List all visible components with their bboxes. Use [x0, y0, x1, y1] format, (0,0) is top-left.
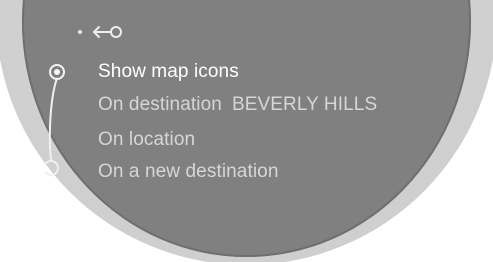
page-indicator-dot — [78, 30, 82, 34]
menu-item-on-location[interactable]: On location — [98, 129, 195, 151]
menu-item-label: On destination — [98, 94, 222, 115]
menu-item-on-destination[interactable]: On destination BEVERLY HILLS — [98, 94, 377, 116]
header-row — [78, 24, 124, 40]
back-arrow-icon[interactable] — [92, 24, 124, 40]
selection-rail — [45, 62, 69, 182]
menu-item-show-map-icons[interactable]: Show map icons — [98, 61, 239, 83]
menu-item-label: On a new destination — [98, 161, 279, 182]
destination-value: BEVERLY HILLS — [231, 94, 378, 115]
menu-item-label: Show map icons — [98, 61, 239, 82]
menu-item-label: On location — [98, 129, 196, 150]
screenshot-frame: Show map icons On destination BEVERLY HIL… — [0, 0, 493, 262]
unselected-radio-icon — [45, 160, 59, 176]
menu-item-on-new-destination[interactable]: On a new destination — [98, 161, 279, 183]
